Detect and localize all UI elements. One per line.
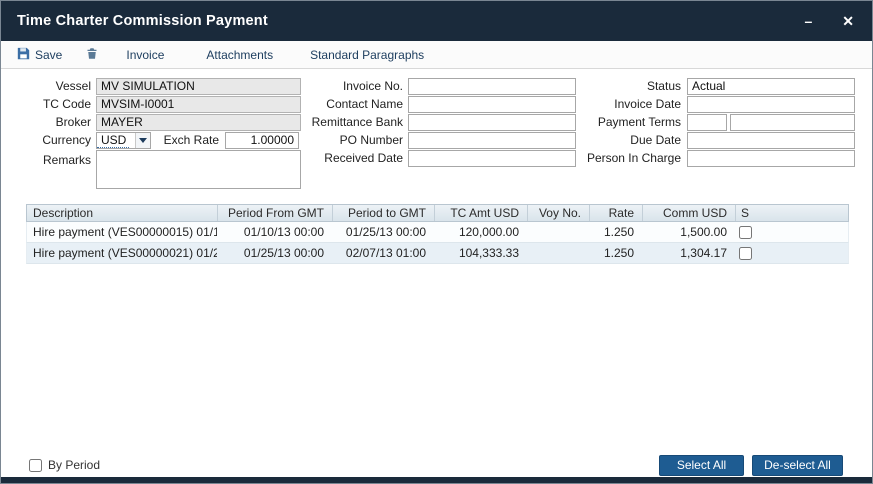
- cell-description: Hire payment (VES00000021) 01/25/1:: [27, 243, 217, 263]
- cell-rate: 1.250: [589, 243, 642, 263]
- currency-value: USD: [97, 134, 129, 148]
- attachments-label: Attachments: [206, 48, 273, 62]
- invoice-label: Invoice: [126, 48, 164, 62]
- commission-table: Description Period From GMT Period to GM…: [26, 204, 849, 264]
- delete-button[interactable]: [86, 47, 98, 63]
- cell-comm-usd: 1,500.00: [642, 222, 735, 242]
- column-header-tc-amt-usd: TC Amt USD: [434, 205, 527, 221]
- exch-rate-label: Exch Rate: [159, 132, 219, 149]
- by-period-checkbox[interactable]: [29, 459, 42, 472]
- dialog-window: Time Charter Commission Payment – ✕ Save…: [0, 0, 873, 484]
- remarks-label: Remarks: [21, 152, 91, 169]
- cell-period-to: 02/07/13 01:00: [332, 243, 434, 263]
- cell-period-from: 01/10/13 00:00: [217, 222, 332, 242]
- column-header-period-to-gmt: Period to GMT: [332, 205, 434, 221]
- standard-paragraphs-label: Standard Paragraphs: [310, 48, 424, 62]
- column-header-rate: Rate: [589, 205, 642, 221]
- titlebar: Time Charter Commission Payment – ✕: [1, 1, 872, 41]
- deselect-all-button[interactable]: De-select All: [752, 455, 843, 476]
- exch-rate-field[interactable]: 1.00000: [225, 132, 299, 149]
- invoice-date-field[interactable]: [687, 96, 855, 113]
- due-date-label: Due Date: [563, 132, 681, 149]
- cell-rate: 1.250: [589, 222, 642, 242]
- by-period-control: By Period: [29, 458, 100, 472]
- contact-name-label: Contact Name: [293, 96, 403, 113]
- row-select-checkbox[interactable]: [739, 247, 752, 260]
- cell-comm-usd: 1,304.17: [642, 243, 735, 263]
- currency-label: Currency: [21, 132, 91, 149]
- invoice-no-label: Invoice No.: [293, 78, 403, 95]
- remarks-textarea[interactable]: [96, 150, 301, 189]
- column-header-comm-usd: Comm USD: [642, 205, 735, 221]
- table-row[interactable]: Hire payment (VES00000021) 01/25/1: 01/2…: [26, 243, 849, 264]
- select-all-button[interactable]: Select All: [659, 455, 744, 476]
- contact-name-field[interactable]: [408, 96, 576, 113]
- cell-tc-amt: 104,333.33: [434, 243, 527, 263]
- window-bottom-frame: [1, 477, 872, 483]
- row-select-checkbox[interactable]: [739, 226, 752, 239]
- payment-terms-code-field[interactable]: [687, 114, 727, 131]
- person-in-charge-label: Person In Charge: [563, 150, 681, 167]
- invoice-button[interactable]: Invoice: [126, 48, 164, 62]
- status-label: Status: [563, 78, 681, 95]
- cell-voy-no: [527, 222, 589, 242]
- column-header-voy-no: Voy No.: [527, 205, 589, 221]
- person-in-charge-field[interactable]: [687, 150, 855, 167]
- cell-period-from: 01/25/13 00:00: [217, 243, 332, 263]
- broker-label: Broker: [21, 114, 91, 131]
- received-date-field[interactable]: [408, 150, 576, 167]
- broker-field: MAYER: [96, 114, 301, 131]
- vessel-field: MV SIMULATION: [96, 78, 301, 95]
- chevron-down-icon: [135, 133, 150, 148]
- invoice-date-label: Invoice Date: [563, 96, 681, 113]
- save-label: Save: [35, 48, 62, 62]
- table-row[interactable]: Hire payment (VES00000015) 01/10/1: 01/1…: [26, 222, 849, 243]
- vessel-label: Vessel: [21, 78, 91, 95]
- save-icon: [17, 47, 30, 63]
- toolbar: Save Invoice Attachments Standard Paragr…: [1, 41, 872, 69]
- tc-code-label: TC Code: [21, 96, 91, 113]
- column-header-period-from-gmt: Period From GMT: [217, 205, 332, 221]
- po-number-field[interactable]: [408, 132, 576, 149]
- attachments-button[interactable]: Attachments: [206, 48, 273, 62]
- minimize-button[interactable]: –: [804, 14, 812, 28]
- by-period-label: By Period: [48, 458, 100, 472]
- standard-paragraphs-button[interactable]: Standard Paragraphs: [310, 48, 424, 62]
- cell-description: Hire payment (VES00000015) 01/10/1:: [27, 222, 217, 242]
- trash-icon: [86, 47, 98, 63]
- close-button[interactable]: ✕: [842, 14, 854, 28]
- payment-terms-desc-field[interactable]: [730, 114, 855, 131]
- payment-terms-label: Payment Terms: [563, 114, 681, 131]
- column-header-description: Description: [27, 205, 217, 221]
- remittance-bank-label: Remittance Bank: [293, 114, 403, 131]
- cell-period-to: 01/25/13 00:00: [332, 222, 434, 242]
- received-date-label: Received Date: [293, 150, 403, 167]
- table-header-row: Description Period From GMT Period to GM…: [26, 204, 849, 222]
- cell-tc-amt: 120,000.00: [434, 222, 527, 242]
- status-field: Actual: [687, 78, 855, 95]
- save-button[interactable]: Save: [17, 47, 62, 63]
- due-date-field[interactable]: [687, 132, 855, 149]
- remittance-bank-field[interactable]: [408, 114, 576, 131]
- window-title: Time Charter Commission Payment: [17, 13, 268, 29]
- column-header-select: S: [735, 205, 848, 221]
- cell-voy-no: [527, 243, 589, 263]
- po-number-label: PO Number: [293, 132, 403, 149]
- currency-select[interactable]: USD: [96, 132, 151, 149]
- tc-code-field: MVSIM-I0001: [96, 96, 301, 113]
- invoice-no-field[interactable]: [408, 78, 576, 95]
